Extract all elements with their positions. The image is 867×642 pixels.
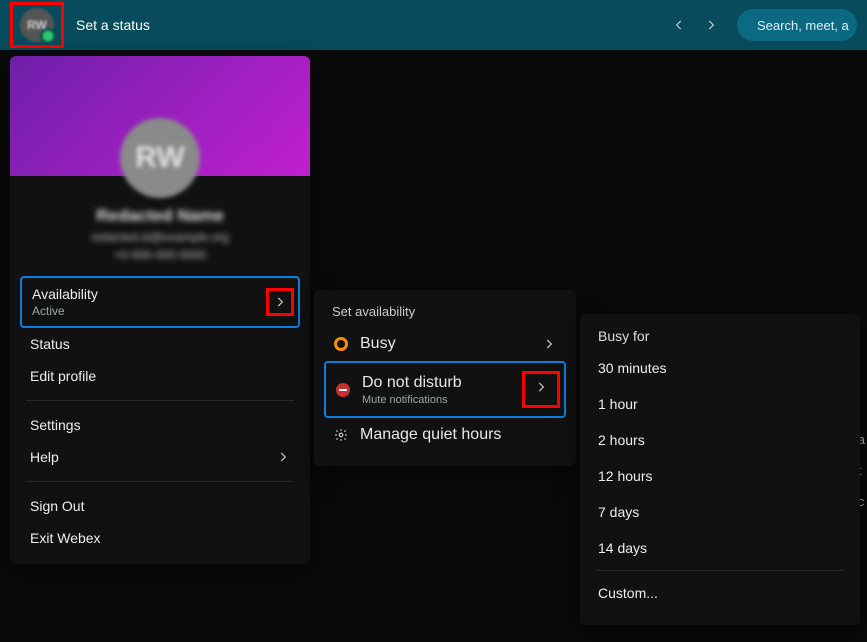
menu-exit-webex-label: Exit Webex <box>30 530 101 546</box>
menu-availability-value: Active <box>32 304 98 318</box>
profile-display-name: Redacted Name <box>26 206 294 226</box>
availability-title: Set availability <box>324 300 566 327</box>
divider <box>596 570 844 571</box>
chevron-right-icon <box>542 337 556 351</box>
set-status-button[interactable]: Set a status <box>76 17 150 33</box>
busy-status-icon <box>334 337 348 351</box>
menu-help[interactable]: Help <box>20 441 300 473</box>
busy-for-title: Busy for <box>588 324 852 350</box>
profile-menu-list: Availability Active Status Edit profile … <box>10 276 310 564</box>
search-placeholder: Search, meet, a <box>757 18 849 33</box>
nav-back-button[interactable] <box>665 11 693 39</box>
profile-menu: RW Redacted Name redacted.id@example.org… <box>10 56 310 564</box>
topbar-right: Search, meet, a <box>665 9 857 41</box>
availability-dnd-arrow-highlight <box>522 371 560 408</box>
chevron-right-icon <box>273 295 287 309</box>
availability-dnd[interactable]: Do not disturb Mute notifications <box>324 361 566 418</box>
busy-option-7days[interactable]: 7 days <box>588 494 852 530</box>
menu-settings-label: Settings <box>30 417 81 433</box>
gear-icon <box>334 428 348 442</box>
menu-status[interactable]: Status <box>20 328 300 360</box>
busy-option-custom[interactable]: Custom... <box>588 575 852 611</box>
menu-status-label: Status <box>30 336 70 352</box>
busy-for-submenu: Busy for 30 minutes 1 hour 2 hours 12 ho… <box>580 314 860 625</box>
busy-option-2hours[interactable]: 2 hours <box>588 422 852 458</box>
chevron-right-icon <box>704 18 718 32</box>
busy-option-12hours[interactable]: 12 hours <box>588 458 852 494</box>
availability-quiet-hours[interactable]: Manage quiet hours <box>324 418 566 452</box>
menu-sign-out[interactable]: Sign Out <box>20 490 300 522</box>
busy-option-30min[interactable]: 30 minutes <box>588 350 852 386</box>
profile-phone: +0-000-000-0000 <box>26 248 294 262</box>
availability-submenu: Set availability Busy Do not disturb Mut… <box>314 290 576 466</box>
menu-exit-webex[interactable]: Exit Webex <box>20 522 300 554</box>
menu-help-label: Help <box>30 449 59 465</box>
chevron-left-icon <box>672 18 686 32</box>
chevron-right-icon <box>534 380 548 394</box>
topbar: RW Set a status Search, meet, a <box>0 0 867 50</box>
menu-edit-profile-label: Edit profile <box>30 368 96 384</box>
menu-edit-profile[interactable]: Edit profile <box>20 360 300 392</box>
busy-option-1hour[interactable]: 1 hour <box>588 386 852 422</box>
chevron-right-icon <box>276 450 290 464</box>
availability-busy[interactable]: Busy <box>324 327 566 361</box>
profile-email: redacted.id@example.org <box>26 230 294 244</box>
availability-dnd-label: Do not disturb <box>362 374 510 392</box>
profile-avatar-button[interactable]: RW <box>20 8 54 42</box>
busy-option-14days[interactable]: 14 days <box>588 530 852 566</box>
menu-availability[interactable]: Availability Active <box>20 276 300 328</box>
divider <box>26 481 294 482</box>
dnd-status-icon <box>336 383 350 397</box>
nav-forward-button[interactable] <box>697 11 725 39</box>
profile-avatar-large: RW <box>120 118 200 198</box>
menu-sign-out-label: Sign Out <box>30 498 84 514</box>
availability-dnd-sub: Mute notifications <box>362 394 510 406</box>
search-input[interactable]: Search, meet, a <box>737 9 857 41</box>
menu-availability-arrow-highlight <box>266 288 294 316</box>
availability-busy-label: Busy <box>360 335 530 353</box>
divider <box>26 400 294 401</box>
profile-avatar-button-highlight: RW <box>10 2 64 48</box>
menu-availability-label: Availability <box>32 286 98 302</box>
availability-quiet-label: Manage quiet hours <box>360 426 501 444</box>
profile-banner: RW <box>10 56 310 176</box>
menu-settings[interactable]: Settings <box>20 409 300 441</box>
